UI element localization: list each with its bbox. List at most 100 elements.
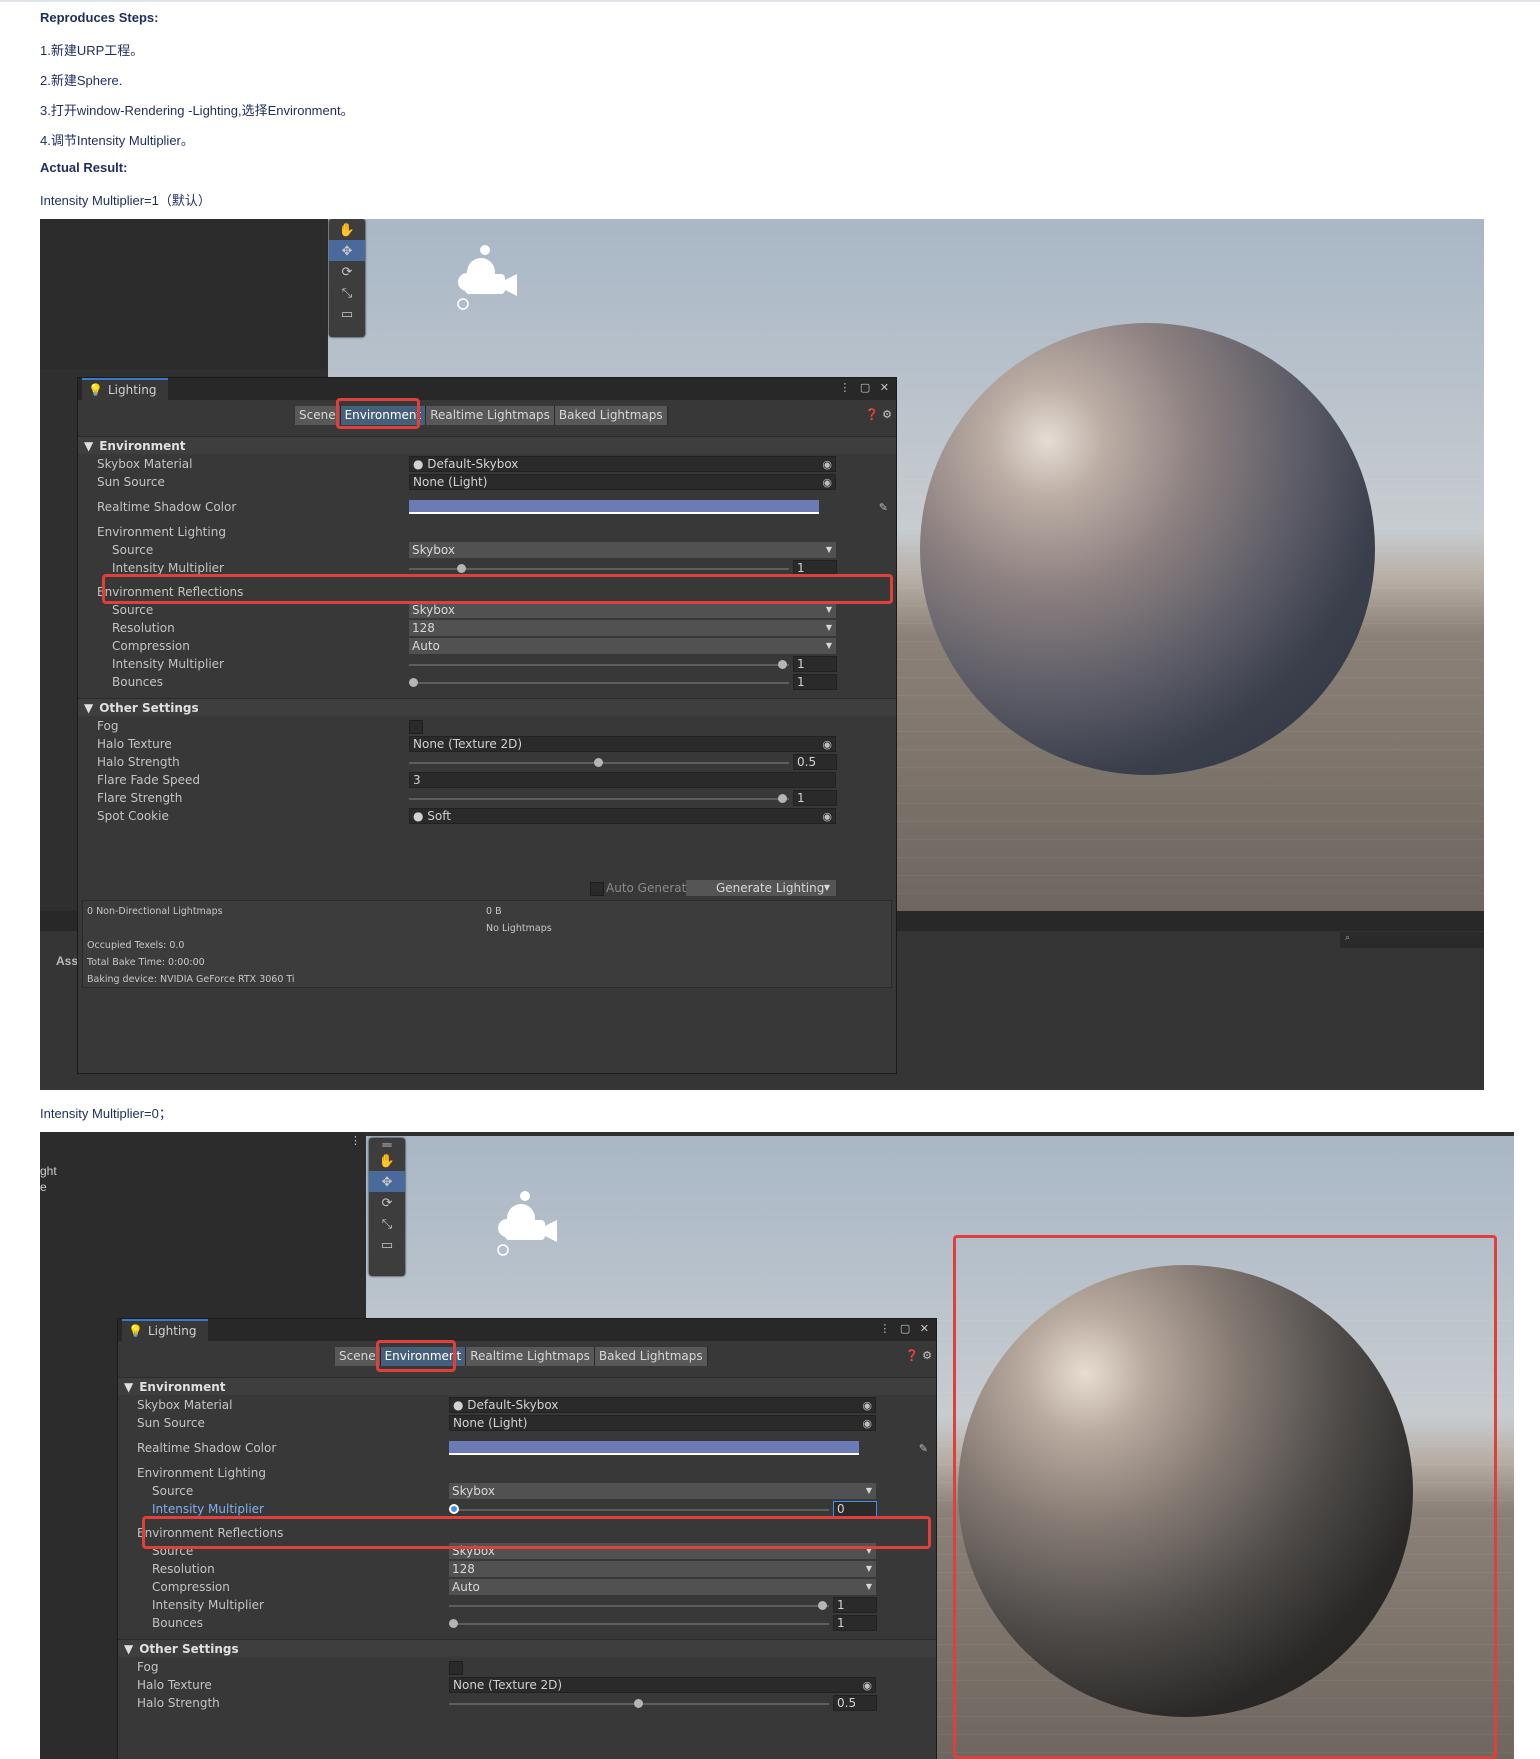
fog-checkbox[interactable] (449, 1661, 463, 1675)
skybox-material-field[interactable]: ● Default-Skybox ◉ (449, 1397, 876, 1413)
object-picker-icon[interactable]: ◉ (862, 1417, 872, 1430)
tab-scene[interactable]: Scene (295, 406, 341, 425)
tab-scene[interactable]: Scene (335, 1347, 381, 1366)
help-settings-icons[interactable]: ❓ ⚙ (905, 1349, 932, 1362)
refl-compression-dropdown[interactable]: Auto ▼ (409, 638, 836, 654)
window-controls[interactable]: ⋮ ▢ ✕ (879, 1322, 932, 1335)
refl-intensity-field[interactable]: 1 (833, 1597, 877, 1613)
auto-generate-checkbox[interactable] (590, 882, 604, 896)
sphere-object[interactable] (920, 323, 1375, 775)
flare-strength-field[interactable]: 1 (793, 790, 837, 806)
shadow-color-swatch[interactable] (409, 500, 819, 514)
refl-resolution-dropdown[interactable]: 128 ▼ (409, 620, 836, 636)
refl-bounces-slider[interactable] (449, 1623, 829, 1625)
environment-section-header[interactable]: ▼ Environment (118, 1377, 936, 1395)
rect-tool-icon[interactable]: ▭ (369, 1234, 405, 1255)
refl-compression-dropdown[interactable]: Auto ▼ (449, 1579, 876, 1595)
refl-intensity-slider-knob[interactable] (778, 660, 787, 669)
hand-tool-icon[interactable]: ✋ (329, 219, 365, 240)
halo-strength-field[interactable]: 0.5 (833, 1695, 877, 1711)
refl-bounces-field[interactable]: 1 (833, 1615, 877, 1631)
refl-bounces-slider-knob[interactable] (449, 1619, 458, 1628)
object-picker-icon[interactable]: ◉ (822, 738, 832, 751)
tab-baked-lightmaps[interactable]: Baked Lightmaps (594, 1347, 708, 1366)
flare-strength-slider[interactable] (409, 798, 789, 800)
shadow-color-swatch[interactable] (449, 1441, 859, 1455)
spot-cookie-field[interactable]: ● Soft ◉ (409, 808, 836, 824)
object-picker-icon[interactable]: ◉ (862, 1399, 872, 1412)
refl-intensity-field[interactable]: 1 (793, 656, 837, 672)
halo-texture-field[interactable]: None (Texture 2D) ◉ (449, 1677, 876, 1693)
refl-bounces-slider-knob[interactable] (409, 678, 418, 687)
refl-bounces-label: Bounces (152, 1616, 204, 1630)
env-intensity-slider-knob[interactable] (449, 1504, 459, 1514)
halo-texture-field[interactable]: None (Texture 2D) ◉ (409, 736, 836, 752)
flare-strength-slider-knob[interactable] (778, 794, 787, 803)
environment-section-header[interactable]: ▼ Environment (78, 436, 896, 454)
environment-header-label: Environment (139, 1379, 226, 1394)
generate-lighting-button[interactable]: Generate Lighting ▼ (686, 880, 836, 896)
move-tool-icon[interactable]: ✥ (329, 240, 365, 261)
env-source-row: Source Skybox ▼ (118, 1483, 936, 1501)
dropdown-arrow-icon[interactable]: ▼ (824, 880, 830, 896)
project-search-input[interactable]: ⌕ (1340, 932, 1484, 948)
spot-cookie-row: Spot Cookie ● Soft ◉ (78, 808, 896, 826)
env-source-dropdown[interactable]: Skybox ▼ (409, 542, 836, 558)
env-intensity-field[interactable]: 0 (833, 1501, 877, 1517)
other-settings-section-header[interactable]: ▼ Other Settings (78, 698, 896, 716)
refl-intensity-slider[interactable] (449, 1605, 829, 1607)
env-source-dropdown[interactable]: Skybox ▼ (449, 1483, 876, 1499)
refl-intensity-slider-knob[interactable] (818, 1601, 827, 1610)
refl-resolution-row: Resolution 128 ▼ (78, 620, 896, 638)
sun-source-field[interactable]: None (Light) ◉ (449, 1415, 876, 1431)
tab-baked-lightmaps[interactable]: Baked Lightmaps (554, 406, 668, 425)
tab-realtime-lightmaps[interactable]: Realtime Lightmaps (466, 1347, 595, 1366)
move-tool-icon[interactable]: ✥ (369, 1171, 405, 1192)
refl-intensity-slider[interactable] (409, 664, 789, 666)
lighting-tab-title[interactable]: 💡 Lighting (122, 1319, 209, 1341)
eyedropper-icon[interactable]: ✎ (879, 501, 888, 514)
skybox-material-field[interactable]: ● Default-Skybox ◉ (409, 456, 836, 472)
refl-bounces-slider[interactable] (409, 682, 789, 684)
object-picker-icon[interactable]: ◉ (822, 810, 832, 823)
env-intensity-slider[interactable] (449, 1509, 829, 1511)
refl-resolution-dropdown[interactable]: 128 ▼ (449, 1561, 876, 1577)
fog-checkbox[interactable] (409, 720, 423, 734)
scale-tool-icon[interactable]: ⤡ (329, 282, 365, 303)
camera-gizmo-icon (457, 245, 517, 310)
kebab-menu-icon[interactable]: ⋮ (350, 1134, 361, 1147)
halo-texture-label: Halo Texture (137, 1678, 212, 1692)
refl-bounces-field[interactable]: 1 (793, 674, 837, 690)
object-picker-icon[interactable]: ◉ (862, 1679, 872, 1692)
shadow-color-label: Realtime Shadow Color (97, 500, 237, 514)
object-picker-icon[interactable]: ◉ (822, 476, 832, 489)
flare-fade-field[interactable]: 3 (409, 772, 836, 788)
bake-info-box: 0 Non-Directional Lightmaps 0 B No Light… (82, 900, 892, 988)
assets-tab-stub[interactable]: Ass (56, 954, 78, 968)
window-controls[interactable]: ⋮ ▢ ✕ (839, 381, 892, 394)
refl-source-dropdown[interactable]: Skybox ▼ (409, 602, 836, 618)
toolbar-grip-icon[interactable]: ═ (369, 1137, 405, 1152)
other-settings-section-header[interactable]: ▼ Other Settings (118, 1639, 936, 1657)
highlight-intensity-row (142, 1516, 931, 1549)
halo-strength-field[interactable]: 0.5 (793, 754, 837, 770)
env-lighting-row: Environment Lighting (78, 524, 896, 542)
rect-tool-icon[interactable]: ▭ (329, 303, 365, 324)
fog-row: Fog (118, 1659, 936, 1677)
hand-tool-icon[interactable]: ✋ (369, 1150, 405, 1171)
env-intensity-slider-knob[interactable] (456, 564, 466, 573)
dropdown-arrow-icon: ▼ (825, 641, 832, 650)
object-picker-icon[interactable]: ◉ (822, 458, 832, 471)
eyedropper-icon[interactable]: ✎ (919, 1442, 928, 1455)
env-intensity-slider[interactable] (409, 568, 789, 570)
rotate-tool-icon[interactable]: ⟳ (369, 1192, 405, 1213)
refl-compression-row: Compression Auto ▼ (78, 638, 896, 656)
help-settings-icons[interactable]: ❓ ⚙ (865, 408, 892, 421)
sun-source-field[interactable]: None (Light) ◉ (409, 474, 836, 490)
halo-strength-slider-knob[interactable] (634, 1699, 643, 1708)
scale-tool-icon[interactable]: ⤡ (369, 1213, 405, 1234)
lighting-tab-title[interactable]: 💡 Lighting (82, 378, 169, 400)
rotate-tool-icon[interactable]: ⟳ (329, 261, 365, 282)
halo-strength-slider-knob[interactable] (594, 758, 603, 767)
tab-realtime-lightmaps[interactable]: Realtime Lightmaps (426, 406, 555, 425)
